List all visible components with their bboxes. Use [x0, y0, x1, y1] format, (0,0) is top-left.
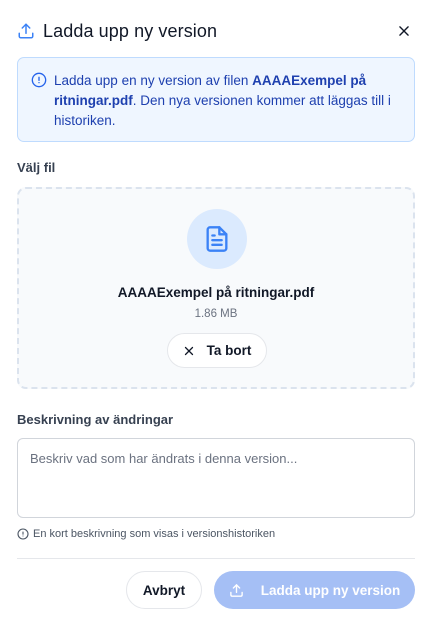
description-textarea[interactable]: [17, 438, 415, 518]
file-icon-circle: [187, 209, 247, 269]
close-icon: [183, 345, 195, 357]
selected-file-size: 1.86 MB: [194, 308, 238, 320]
upload-icon: [229, 583, 244, 598]
selected-file-name: AAAAExempel på ritningar.pdf: [117, 285, 315, 300]
close-button[interactable]: [393, 20, 415, 42]
close-icon[interactable]: [397, 24, 411, 38]
cancel-button-label: Avbryt: [142, 582, 186, 598]
upload-version-dialog: Ladda upp ny version Ladda upp en ny ver…: [0, 0, 438, 632]
info-banner: Ladda upp en ny version av filen AAAAExe…: [17, 57, 415, 142]
dialog-title: Ladda upp ny version: [43, 20, 218, 41]
document-icon: [203, 225, 231, 253]
info-icon: [31, 72, 47, 88]
upload-button-label: Ladda upp ny version: [260, 582, 401, 598]
file-section-label: Välj fil: [17, 160, 56, 175]
file-dropzone[interactable]: AAAAExempel på ritningar.pdf 1.86 MB Ta …: [17, 187, 415, 389]
description-label: Beskrivning av ändringar: [17, 412, 174, 427]
cancel-button[interactable]: Avbryt: [126, 571, 202, 609]
footer-divider: [17, 558, 415, 559]
info-text-prefix: Ladda upp en ny version av filen: [54, 73, 253, 88]
remove-file-label: Ta bort: [206, 343, 252, 358]
upload-icon: [17, 22, 35, 40]
description-hint: En kort beskrivning som visas i versions…: [17, 528, 275, 540]
upload-new-version-button[interactable]: Ladda upp ny version: [214, 571, 415, 609]
dialog-header: Ladda upp ny version: [17, 18, 415, 44]
info-icon: [17, 528, 29, 540]
remove-file-button[interactable]: Ta bort: [167, 333, 267, 368]
description-hint-text: En kort beskrivning som visas i versions…: [33, 528, 276, 540]
